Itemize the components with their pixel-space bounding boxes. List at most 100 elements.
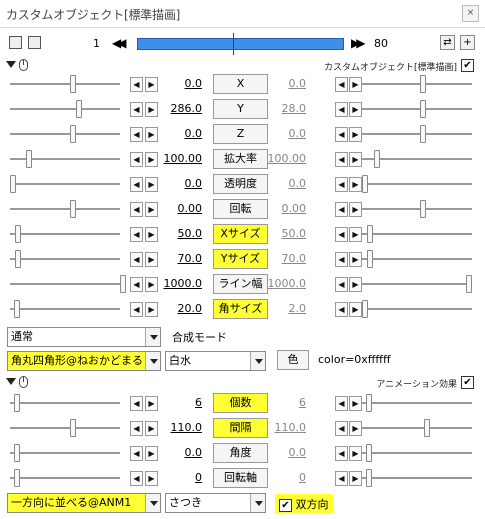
end-value[interactable]: 0.00 xyxy=(254,202,307,215)
decrement-arrow-icon[interactable]: ◀ xyxy=(130,102,143,117)
start-value[interactable]: 1000.0 xyxy=(150,277,203,290)
slider-knob[interactable] xyxy=(424,419,430,437)
slider-knob[interactable] xyxy=(366,469,372,487)
bidirectional-toggle[interactable]: ✔ 双方向 xyxy=(275,494,333,514)
increment-arrow-icon[interactable]: ▶ xyxy=(349,177,362,192)
end-value-slider[interactable] xyxy=(362,250,472,268)
slider-knob[interactable] xyxy=(374,150,380,168)
chevron-down-icon[interactable] xyxy=(250,352,265,370)
start-value-slider[interactable] xyxy=(10,100,120,118)
timeline-slider[interactable] xyxy=(137,38,344,50)
end-value[interactable]: 70.0 xyxy=(254,252,307,265)
end-value[interactable]: 6 xyxy=(254,396,306,409)
start-value-slider[interactable] xyxy=(10,200,120,218)
slider-knob[interactable] xyxy=(76,100,82,118)
decrement-arrow-icon[interactable]: ◀ xyxy=(335,127,348,142)
decrement-arrow-icon[interactable]: ◀ xyxy=(130,252,143,267)
section-enable-checkbox[interactable]: ✔ xyxy=(461,376,474,389)
start-value-slider[interactable] xyxy=(10,419,120,437)
start-value[interactable]: 0.0 xyxy=(150,77,203,90)
decrement-arrow-icon[interactable]: ◀ xyxy=(130,152,143,167)
slider-knob[interactable] xyxy=(15,225,21,243)
end-value[interactable]: 110.0 xyxy=(254,421,307,434)
bidirectional-checkbox[interactable]: ✔ xyxy=(279,498,292,512)
start-value-slider[interactable] xyxy=(10,125,120,143)
increment-arrow-icon[interactable]: ▶ xyxy=(349,102,362,117)
animation-script-select[interactable]: 一方向に並べる@ANM1 xyxy=(7,493,161,513)
start-value-slider[interactable] xyxy=(10,444,120,462)
slider-knob[interactable] xyxy=(14,444,20,462)
end-value[interactable]: 1000.0 xyxy=(254,277,307,290)
start-value[interactable]: 0.0 xyxy=(150,127,203,140)
start-value[interactable]: 286.0 xyxy=(150,102,203,115)
decrement-arrow-icon[interactable]: ◀ xyxy=(130,127,143,142)
end-value[interactable]: 0 xyxy=(254,471,306,484)
chevron-down-icon[interactable] xyxy=(145,352,160,370)
slider-knob[interactable] xyxy=(366,394,372,412)
start-value[interactable]: 110.0 xyxy=(150,421,203,434)
end-value-slider[interactable] xyxy=(362,275,472,293)
camera-icon[interactable] xyxy=(9,36,22,49)
end-value-slider[interactable] xyxy=(362,394,472,412)
increment-arrow-icon[interactable]: ▶ xyxy=(349,446,362,461)
start-value[interactable]: 0 xyxy=(150,471,202,484)
increment-arrow-icon[interactable]: ▶ xyxy=(349,202,362,217)
decrement-arrow-icon[interactable]: ◀ xyxy=(335,471,348,486)
decrement-arrow-icon[interactable]: ◀ xyxy=(335,202,348,217)
increment-arrow-icon[interactable]: ▶ xyxy=(349,152,362,167)
decrement-arrow-icon[interactable]: ◀ xyxy=(130,302,143,317)
end-value-slider[interactable] xyxy=(362,200,472,218)
decrement-arrow-icon[interactable]: ◀ xyxy=(335,152,348,167)
mouse-icon[interactable] xyxy=(19,376,28,388)
slider-knob[interactable] xyxy=(14,300,20,318)
prev-frame-button[interactable]: ◀◀ xyxy=(112,36,127,50)
end-value-slider[interactable] xyxy=(362,175,472,193)
end-value[interactable]: 100.00 xyxy=(254,152,307,165)
mouse-icon[interactable] xyxy=(19,59,28,71)
start-value[interactable]: 0.0 xyxy=(150,177,203,190)
decrement-arrow-icon[interactable]: ◀ xyxy=(130,446,143,461)
increment-arrow-icon[interactable]: ▶ xyxy=(349,227,362,242)
slider-knob[interactable] xyxy=(14,394,20,412)
decrement-arrow-icon[interactable]: ◀ xyxy=(130,396,143,411)
collapse-triangle-icon[interactable] xyxy=(6,61,16,68)
end-value[interactable]: 0.0 xyxy=(254,127,307,140)
decrement-arrow-icon[interactable]: ◀ xyxy=(335,102,348,117)
end-value[interactable]: 28.0 xyxy=(254,102,307,115)
end-value-slider[interactable] xyxy=(362,419,472,437)
close-button[interactable]: × xyxy=(462,5,479,22)
decrement-arrow-icon[interactable]: ◀ xyxy=(130,421,143,436)
decrement-arrow-icon[interactable]: ◀ xyxy=(335,302,348,317)
next-frame-button[interactable]: ▶▶ xyxy=(351,36,366,50)
slider-knob[interactable] xyxy=(362,175,368,193)
slider-knob[interactable] xyxy=(366,444,372,462)
increment-arrow-icon[interactable]: ▶ xyxy=(349,127,362,142)
slider-knob[interactable] xyxy=(420,100,426,118)
decrement-arrow-icon[interactable]: ◀ xyxy=(335,446,348,461)
chevron-down-icon[interactable] xyxy=(145,494,160,512)
decrement-arrow-icon[interactable]: ◀ xyxy=(335,252,348,267)
decrement-arrow-icon[interactable]: ◀ xyxy=(130,77,143,92)
end-value-slider[interactable] xyxy=(362,125,472,143)
end-value-slider[interactable] xyxy=(362,75,472,93)
slider-knob[interactable] xyxy=(466,275,472,293)
end-value-slider[interactable] xyxy=(362,469,472,487)
slider-knob[interactable] xyxy=(26,150,32,168)
add-filter-button[interactable]: + xyxy=(460,35,475,50)
animation-preset-select[interactable]: さつき xyxy=(165,493,266,513)
start-value-slider[interactable] xyxy=(10,250,120,268)
object-preset-select[interactable]: 白水 xyxy=(165,351,266,371)
slider-knob[interactable] xyxy=(420,75,426,93)
decrement-arrow-icon[interactable]: ◀ xyxy=(335,277,348,292)
start-value-slider[interactable] xyxy=(10,75,120,93)
timeline-cursor[interactable] xyxy=(233,33,234,55)
start-value[interactable]: 6 xyxy=(150,396,202,409)
slider-knob[interactable] xyxy=(367,250,373,268)
decrement-arrow-icon[interactable]: ◀ xyxy=(335,227,348,242)
decrement-arrow-icon[interactable]: ◀ xyxy=(335,177,348,192)
slider-knob[interactable] xyxy=(120,275,126,293)
chevron-down-icon[interactable] xyxy=(145,328,160,346)
decrement-arrow-icon[interactable]: ◀ xyxy=(335,421,348,436)
slider-knob[interactable] xyxy=(15,250,21,268)
blend-mode-select[interactable]: 通常 xyxy=(7,327,161,347)
